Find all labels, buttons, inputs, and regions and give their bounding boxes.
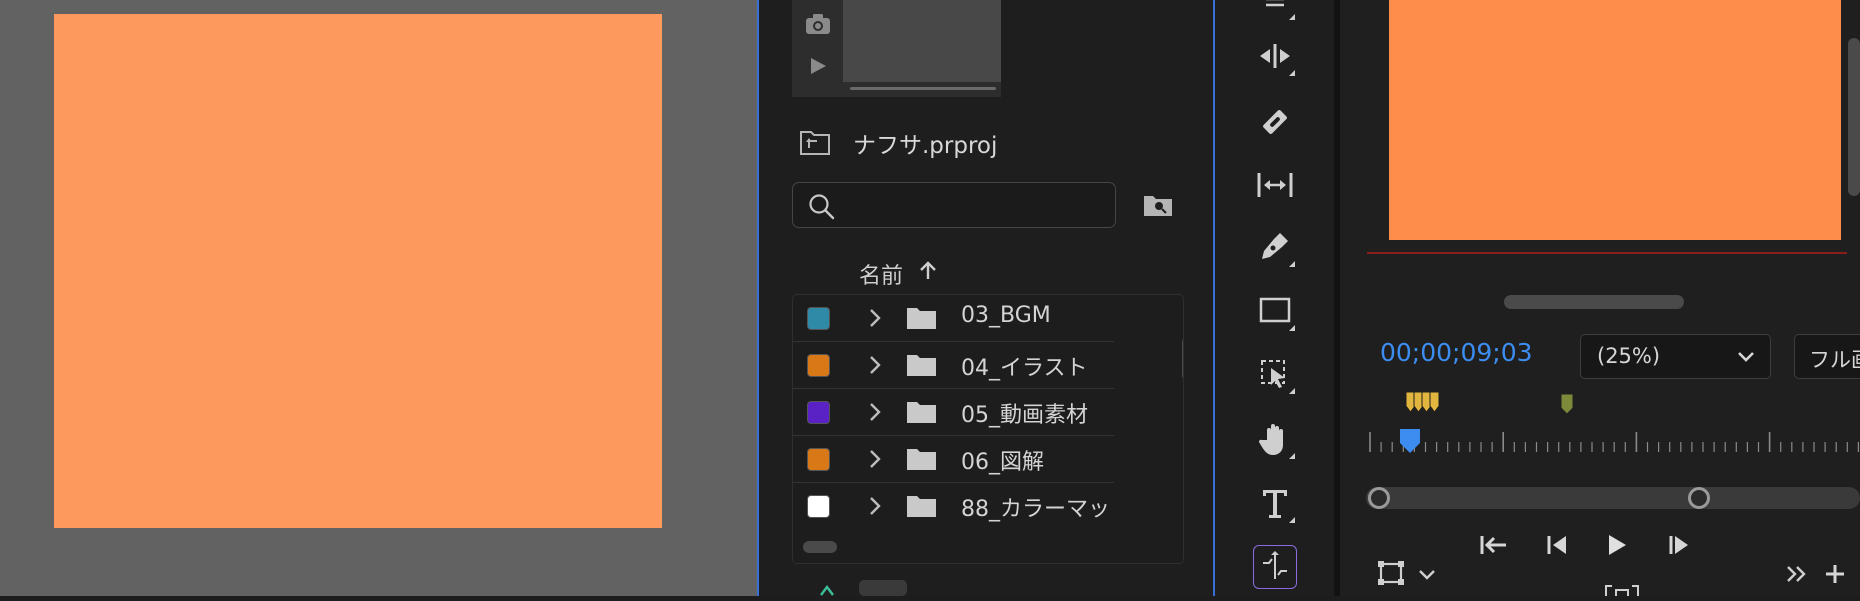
add-button-icon[interactable] [1818, 557, 1852, 591]
find-button[interactable] [1142, 190, 1174, 220]
source-preview-panel [0, 0, 757, 596]
project-folder-up-icon[interactable] [799, 128, 831, 156]
folder-icon [906, 446, 937, 471]
bin-label: 05_動画素材 [961, 403, 1088, 428]
chevron-right-icon[interactable] [865, 401, 885, 423]
zoom-level-select[interactable]: (25%) [1580, 334, 1771, 379]
bin-label: 03_BGM [961, 303, 1051, 328]
go-to-in-point-button[interactable] [1476, 528, 1510, 562]
time-ruler[interactable] [1366, 430, 1860, 460]
marker[interactable] [1559, 392, 1575, 416]
ripple-edit-icon[interactable] [1253, 34, 1297, 78]
folder-icon [906, 352, 937, 377]
program-frame-image [1389, 0, 1841, 240]
project-panel: ナフサ.prproj 名前 03_BGM 04_イラスト 05_動画素材 06_… [757, 0, 1215, 596]
label-color-chip[interactable] [807, 448, 830, 471]
in-out-range-bar[interactable] [1366, 487, 1860, 509]
rectangle-icon[interactable] [1253, 289, 1297, 333]
transform-icon[interactable] [1374, 556, 1408, 590]
play-button[interactable] [1600, 528, 1634, 562]
out-point-handle[interactable] [1688, 487, 1710, 509]
bin-row[interactable]: 88_カラーマッ [793, 483, 1114, 530]
folder-icon [906, 305, 937, 330]
label-color-chip[interactable] [807, 495, 830, 518]
more-tools-icon[interactable] [1253, 0, 1297, 22]
chevron-right-icon[interactable] [865, 448, 885, 470]
hand-icon[interactable] [1253, 417, 1297, 461]
tools-panel [1215, 0, 1333, 596]
type-icon[interactable] [1253, 481, 1297, 525]
bin-row[interactable]: 03_BGM [793, 295, 1114, 342]
more-controls-icon[interactable] [1780, 557, 1814, 591]
bin-search-input[interactable] [792, 182, 1116, 228]
chevron-down-icon[interactable] [1410, 558, 1444, 592]
vertical-scrollbar[interactable] [1848, 38, 1860, 196]
bin-list: 03_BGM 04_イラスト 05_動画素材 06_図解 88_カラーマッ [792, 294, 1184, 564]
track-select-icon[interactable] [1253, 352, 1297, 396]
label-color-chip[interactable] [807, 354, 830, 377]
vertical-scrollbar[interactable] [1182, 336, 1183, 381]
bin-label: 04_イラスト [961, 356, 1088, 381]
marker-cluster[interactable] [1404, 390, 1446, 416]
chevron-right-icon[interactable] [865, 307, 885, 329]
horizontal-scrollbar[interactable] [803, 541, 837, 553]
search-icon [807, 192, 837, 222]
chevron-right-icon[interactable] [865, 354, 885, 376]
razor-icon[interactable] [1253, 100, 1297, 144]
remix-icon[interactable] [1253, 545, 1297, 589]
chevron-right-icon[interactable] [865, 495, 885, 517]
label-color-chip[interactable] [807, 307, 830, 330]
playhead-timecode[interactable]: 00;00;09;03 [1380, 338, 1533, 367]
folder-icon [906, 493, 937, 518]
playhead[interactable] [1399, 428, 1421, 454]
icon-view-button[interactable] [859, 580, 907, 596]
render-bar [1367, 252, 1847, 254]
program-monitor-panel: 00;00;09;03 (25%) フル画質 [1340, 0, 1860, 596]
bin-row[interactable]: 06_図解 [793, 436, 1114, 483]
step-forward-button[interactable] [1662, 528, 1696, 562]
name-column-header[interactable]: 名前 [859, 258, 903, 290]
camera-icon[interactable] [804, 10, 832, 38]
clip-thumbnail-area [792, 0, 1001, 97]
project-file-name: ナフサ.prproj [853, 133, 998, 159]
playback-resolution-select[interactable]: フル画質 [1794, 334, 1860, 379]
bin-label: 88_カラーマッ [961, 497, 1110, 522]
step-back-button[interactable] [1540, 528, 1574, 562]
source-frame-image [54, 14, 662, 528]
playback-resolution-value: フル画質 [1809, 348, 1860, 372]
zoom-level-value: (25%) [1597, 344, 1661, 368]
sort-ascending-icon[interactable] [917, 259, 939, 283]
pen-icon[interactable] [1253, 225, 1297, 269]
clip-thumbnail[interactable] [843, 0, 1001, 82]
chevron-down-icon [1736, 347, 1756, 367]
bin-label: 06_図解 [961, 450, 1044, 475]
label-color-chip[interactable] [807, 401, 830, 424]
folder-icon [906, 399, 937, 424]
horizontal-scrollbar[interactable] [1504, 295, 1684, 309]
in-point-handle[interactable] [1368, 487, 1390, 509]
slip-icon[interactable] [1253, 163, 1297, 207]
bin-row[interactable]: 05_動画素材 [793, 389, 1114, 436]
safe-margins-icon[interactable] [1602, 580, 1642, 596]
thumbnail-scrub-bar[interactable] [850, 87, 996, 90]
list-view-icon[interactable] [819, 582, 835, 596]
bin-row[interactable]: 04_イラスト [793, 342, 1114, 389]
play-icon[interactable] [804, 52, 832, 80]
